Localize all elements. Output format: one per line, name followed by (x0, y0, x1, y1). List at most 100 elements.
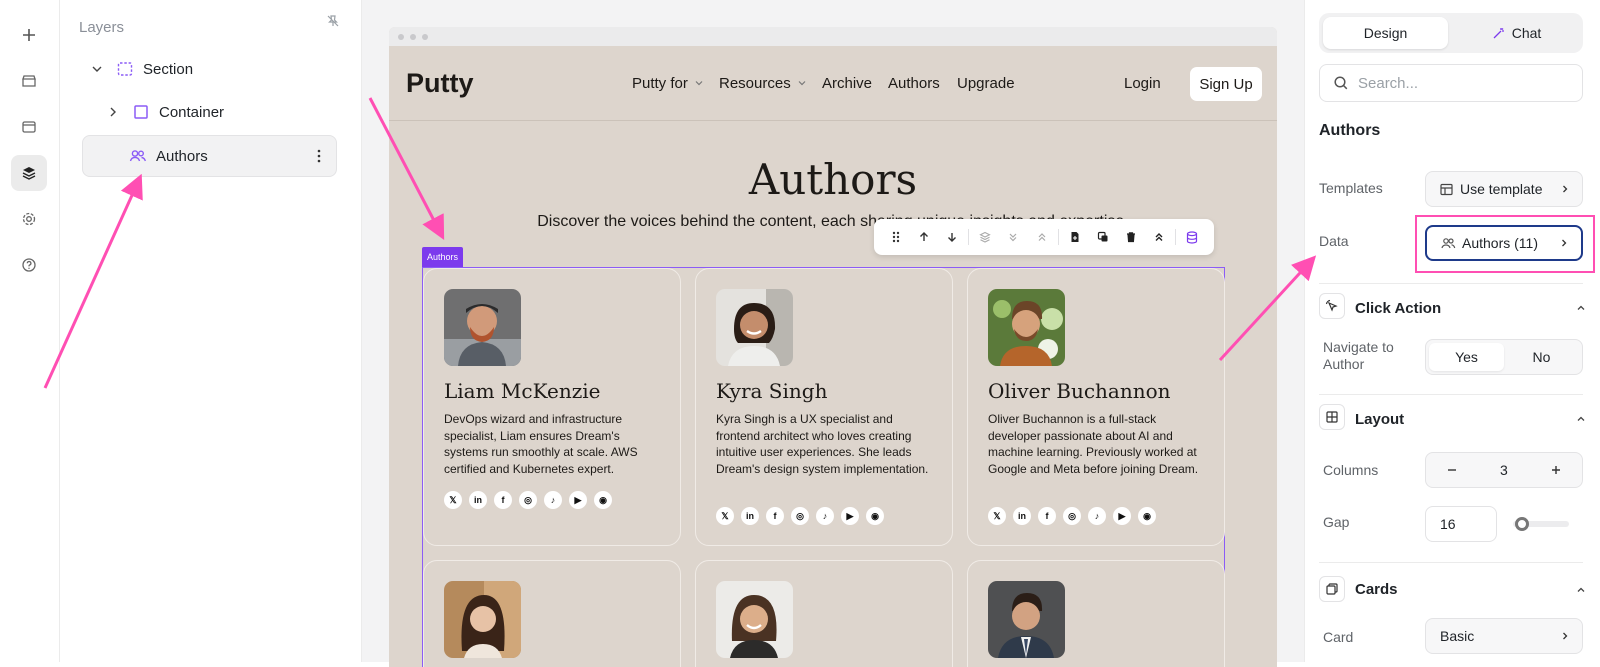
minus-icon[interactable] (1446, 464, 1458, 476)
nav-putty-for[interactable]: Putty for (632, 75, 704, 92)
layers-title: Layers (79, 19, 125, 36)
trash-icon[interactable] (1117, 222, 1145, 252)
youtube-icon[interactable]: ▶ (569, 491, 587, 509)
canvas: Putty Putty for Resources Archive Author… (362, 0, 1304, 667)
avatar (988, 289, 1065, 366)
arrow-up-icon[interactable] (910, 222, 938, 252)
site-brand[interactable]: Putty (406, 68, 474, 99)
layer-label: Authors (156, 147, 208, 165)
panel-tabs: Design Chat (1319, 13, 1583, 53)
facebook-icon[interactable]: f (494, 491, 512, 509)
nav-resources[interactable]: Resources (719, 75, 807, 92)
instagram-icon[interactable]: ◎ (1063, 507, 1081, 525)
gap-label: Gap (1323, 514, 1350, 530)
nav-authors[interactable]: Authors (888, 75, 940, 92)
templates-label: Templates (1319, 180, 1383, 196)
navigate-no[interactable]: No (1504, 343, 1579, 371)
use-template-button[interactable]: Use template (1425, 171, 1583, 207)
preview-frame: Putty Putty for Resources Archive Author… (389, 27, 1277, 667)
x-icon[interactable]: 𝕏 (444, 491, 462, 509)
youtube-icon[interactable]: ▶ (841, 507, 859, 525)
linkedin-icon[interactable]: in (1013, 507, 1031, 525)
author-card[interactable]: Kyra Singh Kyra Singh is a UX specialist… (695, 268, 953, 546)
x-icon[interactable]: 𝕏 (988, 507, 1006, 525)
discord-icon[interactable]: ◉ (594, 491, 612, 509)
click-action-title: Click Action (1355, 300, 1442, 317)
chevron-up-icon[interactable] (1576, 300, 1586, 318)
gear-icon[interactable] (11, 201, 47, 237)
social-links: 𝕏 in f ◎ ♪ ▶ ◉ (444, 491, 612, 509)
signup-button[interactable]: Sign Up (1190, 67, 1262, 101)
nav-upgrade[interactable]: Upgrade (957, 75, 1015, 92)
stack-icon[interactable] (971, 222, 999, 252)
more-vertical-icon[interactable] (312, 148, 326, 164)
tab-design[interactable]: Design (1323, 17, 1448, 49)
arrow-down-icon[interactable] (938, 222, 966, 252)
section-icon (117, 61, 133, 77)
gap-slider-thumb[interactable] (1514, 517, 1529, 531)
drag-handle-icon[interactable] (882, 222, 910, 252)
layer-authors[interactable]: Authors (82, 135, 337, 177)
hero-title: Authors (748, 155, 918, 204)
gap-slider[interactable] (1513, 517, 1569, 531)
tiktok-icon[interactable]: ♪ (816, 507, 834, 525)
author-card[interactable]: Oliver Buchannon Oliver Buchannon is a f… (967, 268, 1225, 546)
author-bio: Oliver Buchannon is a full-stack develop… (988, 412, 1199, 476)
help-icon[interactable] (11, 247, 47, 283)
tiktok-icon[interactable]: ♪ (1088, 507, 1106, 525)
container-icon (133, 104, 149, 120)
chevrons-down-icon[interactable] (999, 222, 1027, 252)
author-card[interactable] (695, 560, 953, 667)
facebook-icon[interactable]: f (1038, 507, 1056, 525)
login-link[interactable]: Login (1124, 75, 1161, 92)
instagram-icon[interactable]: ◎ (791, 507, 809, 525)
chevrons-up-icon[interactable] (1027, 222, 1055, 252)
avatar (716, 581, 793, 658)
search-input[interactable]: Search... (1319, 64, 1583, 102)
layout-title: Layout (1355, 411, 1405, 428)
discord-icon[interactable]: ◉ (1138, 507, 1156, 525)
file-plus-icon[interactable] (1061, 222, 1089, 252)
card-style-select[interactable]: Basic (1425, 618, 1583, 654)
database-icon[interactable] (1178, 222, 1206, 252)
youtube-icon[interactable]: ▶ (1113, 507, 1131, 525)
cards-title: Cards (1355, 581, 1398, 598)
pin-off-icon[interactable] (326, 14, 340, 33)
nav-archive[interactable]: Archive (822, 75, 872, 92)
magic-wand-icon (1492, 26, 1506, 40)
linkedin-icon[interactable]: in (469, 491, 487, 509)
layer-label: Container (159, 103, 225, 121)
author-card[interactable] (967, 560, 1225, 667)
chevron-down-icon (797, 75, 807, 92)
x-icon[interactable]: 𝕏 (716, 507, 734, 525)
author-card[interactable] (423, 560, 681, 667)
tiktok-icon[interactable]: ♪ (544, 491, 562, 509)
avatar (988, 581, 1065, 658)
select-parent-icon[interactable] (1145, 222, 1173, 252)
gap-input[interactable]: 16 (1425, 506, 1497, 542)
linkedin-icon[interactable]: in (741, 507, 759, 525)
instagram-icon[interactable]: ◎ (519, 491, 537, 509)
layer-section[interactable]: Section (82, 48, 372, 90)
window-icon[interactable] (11, 109, 47, 145)
box-icon[interactable] (11, 63, 47, 99)
plus-icon[interactable] (1550, 464, 1562, 476)
duplicate-icon[interactable] (1089, 222, 1117, 252)
discord-icon[interactable]: ◉ (866, 507, 884, 525)
social-links: 𝕏 in f ◎ ♪ ▶ ◉ (988, 507, 1156, 525)
plus-icon[interactable] (11, 17, 47, 53)
facebook-icon[interactable]: f (766, 507, 784, 525)
layer-container[interactable]: Container (82, 91, 372, 133)
author-name: Liam McKenzie (444, 379, 601, 403)
chevron-up-icon[interactable] (1576, 582, 1586, 600)
columns-value[interactable]: 3 (1500, 462, 1508, 478)
cards-icon (1319, 576, 1345, 602)
layers-icon[interactable] (11, 155, 47, 191)
navigate-yes[interactable]: Yes (1429, 343, 1504, 371)
chevron-right-icon[interactable] (106, 105, 122, 119)
chevron-right-icon (1560, 631, 1570, 641)
chevron-up-icon[interactable] (1576, 411, 1586, 429)
chevron-down-icon[interactable] (90, 62, 106, 76)
tab-chat[interactable]: Chat (1454, 17, 1579, 49)
author-card[interactable]: Liam McKenzie DevOps wizard and infrastr… (423, 268, 681, 546)
